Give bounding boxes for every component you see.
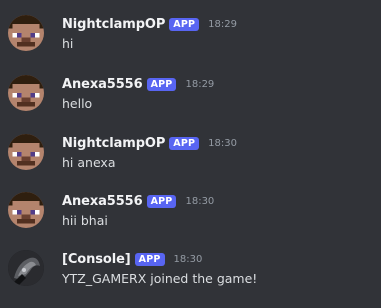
- author-name[interactable]: Anexa5556: [62, 77, 143, 92]
- steve-avatar[interactable]: [8, 134, 44, 170]
- author-name[interactable]: Anexa5556: [62, 194, 143, 209]
- message-header: NightclampOP APP 18:30: [62, 134, 237, 152]
- timestamp: 18:30: [208, 137, 237, 149]
- message-content: hii bhai: [62, 213, 108, 228]
- steve-avatar[interactable]: [8, 75, 44, 111]
- app-badge: APP: [169, 136, 200, 150]
- message-header: Anexa5556 APP 18:29: [62, 75, 214, 93]
- timestamp: 18:29: [208, 18, 237, 30]
- message-item: Anexa5556 APP 18:29 hello: [0, 75, 381, 133]
- message-content: hi: [62, 36, 74, 51]
- steve-avatar[interactable]: [8, 15, 44, 51]
- timestamp: 18:29: [185, 78, 215, 90]
- author-name[interactable]: NightclampOP: [62, 17, 165, 32]
- author-name[interactable]: [Console]: [62, 252, 131, 267]
- message-item: NightclampOP APP 18:29 hi: [0, 15, 381, 73]
- console-avatar[interactable]: [8, 250, 44, 286]
- message-header: [Console] APP 18:30: [62, 250, 202, 268]
- message-header: NightclampOP APP 18:29: [62, 15, 237, 33]
- app-badge: APP: [146, 194, 177, 208]
- message-item: Anexa5556 APP 18:30 hii bhai: [0, 192, 381, 250]
- message-content: hello: [62, 96, 93, 111]
- message-content: hi anexa: [62, 155, 116, 170]
- author-name[interactable]: NightclampOP: [62, 136, 165, 151]
- app-badge: APP: [146, 77, 177, 91]
- message-content: YTZ_GAMERX joined the game!: [62, 271, 258, 286]
- message-item: [Console] APP 18:30 YTZ_GAMERX joined th…: [0, 250, 381, 308]
- timestamp: 18:30: [185, 195, 215, 207]
- message-header: Anexa5556 APP 18:30: [62, 192, 214, 210]
- app-badge: APP: [169, 17, 200, 31]
- app-badge: APP: [134, 252, 165, 266]
- timestamp: 18:30: [173, 253, 203, 265]
- message-item: NightclampOP APP 18:30 hi anexa: [0, 134, 381, 192]
- steve-avatar[interactable]: [8, 192, 44, 228]
